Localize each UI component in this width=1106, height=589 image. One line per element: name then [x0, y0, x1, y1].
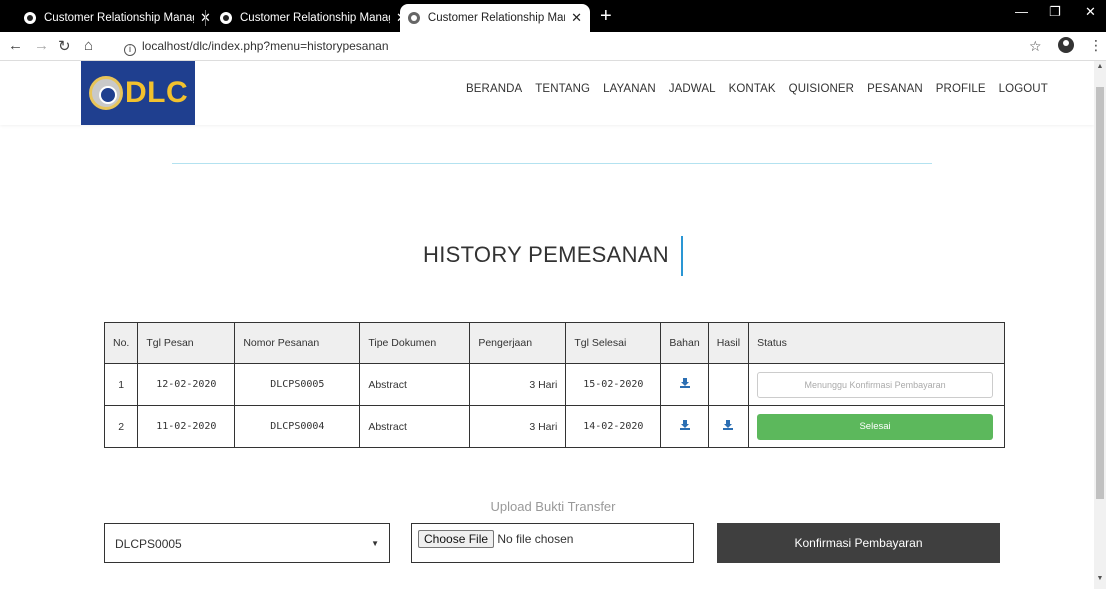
cell-hasil: [707, 363, 750, 406]
cell-tipe-dokumen: Abstract: [359, 363, 471, 406]
cell-status: Selesai: [748, 405, 1006, 448]
nav-jadwal[interactable]: JADWAL: [669, 83, 716, 95]
page-title-text: HISTORY PEMESANAN: [423, 241, 669, 267]
nav-tentang[interactable]: TENTANG: [535, 83, 590, 95]
cell-tgl-selesai: 14-02-2020: [565, 405, 662, 448]
main-nav: BERANDA TENTANG LAYANAN JADWAL KONTAK QU…: [466, 83, 1061, 95]
download-icon[interactable]: [723, 420, 734, 430]
favicon-icon: [220, 12, 232, 24]
table-header-row: No. Tgl Pesan Nomor Pesanan Tipe Dokumen…: [103, 322, 1006, 364]
close-window-icon[interactable]: ✕: [1085, 4, 1096, 20]
cell-tgl-selesai: 15-02-2020: [565, 363, 662, 406]
confirm-payment-button[interactable]: Konfirmasi Pembayaran: [717, 523, 1000, 563]
reload-icon[interactable]: ↻: [58, 37, 71, 55]
minimize-icon[interactable]: —: [1015, 4, 1028, 19]
section-divider: [172, 163, 932, 164]
home-icon[interactable]: ⌂: [84, 37, 93, 54]
site-header: DLC BERANDA TENTANG LAYANAN JADWAL KONTA…: [0, 61, 1094, 125]
cell-no: 1: [103, 363, 139, 406]
nav-logout[interactable]: LOGOUT: [999, 83, 1048, 95]
page-title: HISTORY PEMESANAN: [0, 236, 1094, 276]
upload-section-title: Upload Bukti Transfer: [490, 499, 616, 514]
col-hasil: Hasil: [707, 322, 750, 364]
cell-tgl-pesan: 11-02-2020: [137, 405, 236, 448]
cell-tgl-pesan: 12-02-2020: [137, 363, 236, 406]
favicon-icon: [408, 12, 420, 24]
browser-tab-3-active[interactable]: Customer Relationship Managem ✕: [400, 4, 590, 32]
chevron-down-icon: ▼: [371, 539, 379, 548]
cell-bahan: [660, 363, 709, 406]
forward-arrow-icon[interactable]: →: [34, 37, 49, 54]
university-seal-icon: [89, 76, 123, 110]
download-icon[interactable]: [679, 420, 690, 430]
account-icon[interactable]: [1058, 37, 1074, 53]
browser-address-bar: ← → ↻ ⌂ i localhost/dlc/index.php?menu=hi…: [0, 32, 1106, 61]
col-status: Status: [748, 322, 1006, 364]
scroll-down-icon[interactable]: ▼: [1096, 575, 1104, 585]
cell-no: 2: [103, 405, 139, 448]
browser-tab-bar: Customer Relationship Managem ✕ Customer…: [0, 0, 1106, 32]
page-viewport: DLC BERANDA TENTANG LAYANAN JADWAL KONTA…: [0, 61, 1094, 589]
tab-title: Customer Relationship Managem: [240, 12, 390, 24]
page-scrollbar[interactable]: ▲ ▼: [1094, 61, 1106, 589]
restore-icon[interactable]: ❐: [1049, 4, 1061, 20]
url-text: localhost/dlc/index.php?menu=historypesa…: [142, 39, 389, 53]
download-icon[interactable]: [679, 378, 690, 388]
tab-title: Customer Relationship Managem: [44, 12, 194, 24]
site-logo[interactable]: DLC: [81, 61, 195, 125]
scroll-up-icon[interactable]: ▲: [1096, 63, 1104, 73]
tab-separator: [205, 10, 206, 26]
cell-status: Menunggu Konfirmasi Pembayaran: [748, 363, 1006, 406]
new-tab-button[interactable]: +: [600, 4, 612, 28]
status-done-badge: Selesai: [757, 413, 994, 440]
col-pengerjaan: Pengerjaan: [469, 322, 567, 364]
col-nomor-pesanan: Nomor Pesanan: [234, 322, 361, 364]
cell-bahan: [660, 405, 709, 448]
order-select-value: DLCPS0005: [115, 537, 182, 551]
cell-nomor-pesanan: DLCPS0004: [234, 405, 361, 448]
file-status-text: No file chosen: [497, 532, 574, 546]
logo-text: DLC: [125, 76, 189, 109]
info-icon[interactable]: i: [124, 44, 136, 56]
nav-beranda[interactable]: BERANDA: [466, 83, 522, 95]
back-arrow-icon[interactable]: ←: [8, 37, 23, 54]
order-select[interactable]: DLCPS0005 ▼: [104, 523, 390, 563]
col-bahan: Bahan: [660, 322, 709, 364]
bookmark-star-icon[interactable]: ☆: [1029, 38, 1042, 55]
tab-title: Customer Relationship Managem: [427, 12, 565, 24]
nav-pesanan[interactable]: PESANAN: [867, 83, 923, 95]
cell-hasil: [707, 405, 750, 448]
nav-profile[interactable]: PROFILE: [936, 83, 986, 95]
nav-layanan[interactable]: LAYANAN: [603, 83, 656, 95]
title-accent-bar: [680, 236, 683, 276]
col-tipe-dokumen: Tipe Dokumen: [359, 322, 471, 364]
cell-nomor-pesanan: DLCPS0005: [234, 363, 361, 406]
url-field[interactable]: i localhost/dlc/index.php?menu=historypes…: [124, 39, 389, 56]
choose-file-button[interactable]: Choose File: [418, 530, 495, 548]
browser-tab-2[interactable]: Customer Relationship Managem ✕: [212, 4, 415, 32]
table-row: 1 12-02-2020 DLCPS0005 Abstract 3 Hari 1…: [103, 363, 1006, 406]
history-table: No. Tgl Pesan Nomor Pesanan Tipe Dokumen…: [103, 322, 1006, 448]
cell-pengerjaan: 3 Hari: [469, 363, 567, 406]
menu-kebab-icon[interactable]: ⋮: [1089, 37, 1103, 54]
status-pending-badge: Menunggu Konfirmasi Pembayaran: [757, 371, 994, 398]
close-tab-icon[interactable]: ✕: [571, 10, 582, 26]
file-input[interactable]: Choose File No file chosen: [411, 523, 694, 563]
nav-quisioner[interactable]: QUISIONER: [789, 83, 854, 95]
col-no: No.: [103, 322, 139, 364]
table-row: 2 11-02-2020 DLCPS0004 Abstract 3 Hari 1…: [103, 405, 1006, 448]
cell-tipe-dokumen: Abstract: [359, 405, 471, 448]
nav-kontak[interactable]: KONTAK: [729, 83, 776, 95]
favicon-icon: [24, 12, 36, 24]
cell-pengerjaan: 3 Hari: [469, 405, 567, 448]
col-tgl-selesai: Tgl Selesai: [565, 322, 662, 364]
browser-tab-1[interactable]: Customer Relationship Managem ✕: [16, 4, 219, 32]
scrollbar-thumb[interactable]: [1096, 87, 1104, 499]
col-tgl-pesan: Tgl Pesan: [137, 322, 236, 364]
